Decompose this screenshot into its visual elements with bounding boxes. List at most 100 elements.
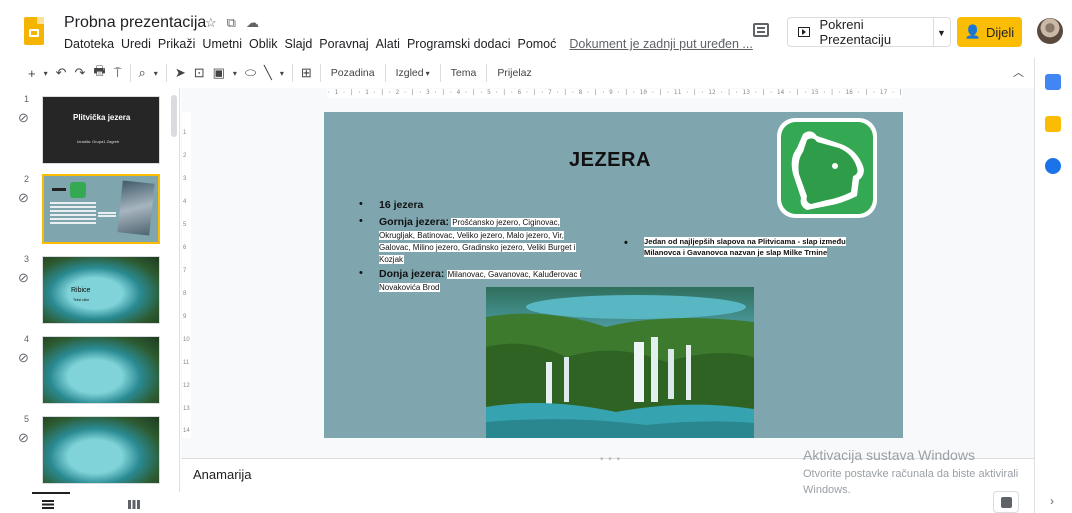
explore-button[interactable] <box>993 491 1019 513</box>
bullet-item: 16 jezera <box>359 197 591 213</box>
star-icon[interactable]: ☆ <box>205 15 217 31</box>
line-icon[interactable]: ╲ <box>260 62 276 84</box>
ruler-mark: 1 <box>183 130 187 136</box>
slide-thumbnail[interactable]: Plitvička jezera Izradila: Grupa1 Zagreb <box>42 96 160 164</box>
left-bullet-list[interactable]: 16 jezera Gornja jezera: Prošćansko jeze… <box>359 197 591 296</box>
zoom-dropdown-icon[interactable]: ▾ <box>150 62 162 84</box>
horizontal-ruler[interactable]: · 1 · | · 1 · | · 2 · | · 3 · | · 4 · | … <box>327 89 902 98</box>
filmstrip-view-icon[interactable] <box>42 500 54 509</box>
slide-title[interactable]: JEZERA <box>569 149 651 172</box>
grid-view-icon[interactable] <box>128 500 140 509</box>
tasks-icon[interactable] <box>1045 158 1061 174</box>
filmstrip-scrollbar[interactable] <box>171 95 177 137</box>
new-slide-dropdown-icon[interactable]: ▾ <box>40 62 52 84</box>
line-dropdown-icon[interactable]: ▾ <box>276 62 288 84</box>
layout-button[interactable]: Izgled ▾ <box>390 62 436 84</box>
menu-slajd[interactable]: Slajd <box>285 37 313 51</box>
cloud-status-icon[interactable]: ☁ <box>246 15 259 31</box>
toolbar-divider <box>165 64 167 82</box>
background-button[interactable]: Pozadina <box>325 62 381 84</box>
new-slide-icon[interactable]: + <box>24 62 40 84</box>
ruler-mark: 4 <box>183 199 187 205</box>
select-cursor-icon[interactable]: ➤ <box>171 62 190 84</box>
menu-oblik[interactable]: Oblik <box>249 37 277 51</box>
last-edit-link[interactable]: Dokument je zadnji put uređen ... <box>569 37 752 51</box>
menu-alati[interactable]: Alati <box>376 37 400 51</box>
toolbar: + ▾ ↶ ↷ 🖶 ⍑ ⌕ ▾ ➤ ⊡ ▣ ▾ ⬭ ╲ ▾ ⊞ Pozadina… <box>24 59 1034 87</box>
thumb-heading-line <box>52 188 66 191</box>
current-slide[interactable]: JEZERA 16 jezera Gornja jezera: Prošćans… <box>324 112 903 438</box>
speaker-notes-text[interactable]: Anamarija <box>193 467 252 482</box>
theme-button[interactable]: Tema <box>445 62 483 84</box>
slide-number: 5 <box>24 414 30 424</box>
slide-thumbnail[interactable]: Ribice Tekst slike <box>42 256 160 324</box>
slide-thumbnail[interactable] <box>42 336 160 404</box>
notes-resize-handle[interactable]: • • • <box>600 454 621 465</box>
menu-pomoc[interactable]: Pomoć <box>517 37 556 51</box>
waterfall-photo[interactable] <box>486 287 754 438</box>
doc-title[interactable]: Probna prezentacija <box>64 14 206 32</box>
ruler-mark: 12 <box>183 383 190 389</box>
header: Probna prezentacija ☆ ⧉ ☁ Datoteka Uredi… <box>0 0 1072 58</box>
link-icon: ⊘ <box>18 190 29 205</box>
slide-thumbnail[interactable] <box>42 416 160 484</box>
menu-uredi[interactable]: Uredi <box>121 37 151 51</box>
zoom-icon[interactable]: ⌕ <box>135 62 150 84</box>
image-dropdown-icon[interactable]: ▾ <box>229 62 241 84</box>
paint-format-icon[interactable]: ⍑ <box>110 62 126 84</box>
transition-button[interactable]: Prijelaz <box>491 62 537 84</box>
slide-number: 2 <box>24 174 30 184</box>
ruler-mark: 9 <box>183 314 187 320</box>
menu-poravnaj[interactable]: Poravnaj <box>319 37 368 51</box>
ruler-mark: 14 <box>183 428 190 434</box>
person-icon: 👤 <box>964 24 981 39</box>
ruler-mark: 10 <box>183 337 190 343</box>
shape-icon[interactable]: ⬭ <box>241 62 260 84</box>
text-box-icon[interactable]: ⊡ <box>190 62 209 84</box>
undo-icon[interactable]: ↶ <box>52 62 71 84</box>
menu-programski-dodaci[interactable]: Programski dodaci <box>407 37 511 51</box>
add-comment-icon[interactable]: ⊞ <box>297 62 316 84</box>
present-button[interactable]: Pokreni Prezentaciju <box>787 17 934 47</box>
avatar[interactable] <box>1037 18 1063 44</box>
menu-prikazi[interactable]: Prikaži <box>158 37 196 51</box>
side-panel <box>1034 58 1072 513</box>
present-dropdown-button[interactable]: ▼ <box>933 17 951 47</box>
redo-icon[interactable]: ↷ <box>71 62 90 84</box>
move-folder-icon[interactable]: ⧉ <box>227 15 236 31</box>
watermark-title: Aktivacija sustava Windows <box>803 447 975 463</box>
toolbar-divider <box>129 64 131 82</box>
bullet-head: Gornja jezera: <box>379 216 450 229</box>
menu-datoteka[interactable]: Datoteka <box>64 37 114 51</box>
calendar-icon[interactable] <box>1045 74 1061 90</box>
link-icon: ⊘ <box>18 270 29 285</box>
title-icons: ☆ ⧉ ☁ <box>205 15 259 31</box>
print-icon[interactable]: 🖶 <box>89 62 109 84</box>
toolbar-divider <box>319 64 321 82</box>
thumb-title: Plitvička jezera <box>73 113 131 122</box>
slide-number: 1 <box>24 94 30 104</box>
share-button[interactable]: 👤 Dijeli <box>957 17 1022 47</box>
slide-number: 3 <box>24 254 30 264</box>
chevron-right-icon[interactable]: › <box>1050 494 1054 508</box>
vertical-ruler[interactable]: 1 2 3 4 5 6 7 8 9 10 11 12 13 14 <box>182 112 191 438</box>
ruler-mark: 2 <box>183 153 187 159</box>
right-bullet-text[interactable]: Jedan od najljepših slapova na Plitvicam… <box>624 236 854 258</box>
ruler-mark: 13 <box>183 406 190 412</box>
collapse-menus-icon[interactable]: ︿ <box>1013 64 1024 80</box>
bear-logo-image[interactable] <box>771 114 881 224</box>
comment-history-icon[interactable] <box>753 23 769 37</box>
toolbar-divider <box>486 64 488 82</box>
toolbar-divider <box>439 64 441 82</box>
insert-image-icon[interactable]: ▣ <box>209 62 229 84</box>
slide-thumbnail[interactable] <box>42 174 160 244</box>
toolbar-divider <box>384 64 386 82</box>
keep-icon[interactable] <box>1045 116 1061 132</box>
right-bullet-content: Jedan od najljepših slapova na Plitvicam… <box>644 237 846 257</box>
toolbar-divider <box>291 64 293 82</box>
slides-logo-icon[interactable] <box>24 17 44 45</box>
active-view-indicator <box>32 492 70 494</box>
share-label: Dijeli <box>986 24 1015 40</box>
menu-umetni[interactable]: Umetni <box>202 37 242 51</box>
thumb-title: Ribice <box>71 287 91 294</box>
